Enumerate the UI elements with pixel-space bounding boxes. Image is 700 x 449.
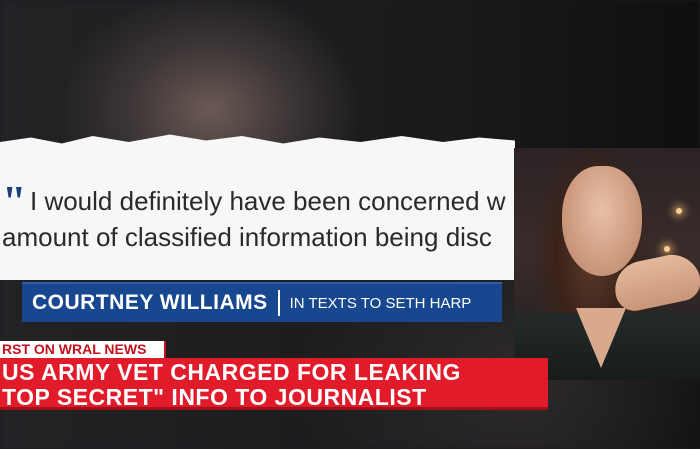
quote-open-icon: " — [2, 177, 27, 226]
bokeh-light — [676, 208, 682, 214]
quote-line-1: I would definitely have been concerned w — [30, 186, 506, 216]
person-name: COURTNEY WILLIAMS — [32, 291, 268, 314]
headline-banner: US ARMY VET CHARGED FOR LEAKING TOP SECR… — [0, 358, 548, 410]
headline-line-1: US ARMY VET CHARGED FOR LEAKING — [2, 359, 461, 385]
headline-line-2: TOP SECRET" INFO TO JOURNALIST — [2, 384, 427, 410]
nameplate-subtitle: IN TEXTS TO SETH HARP — [289, 294, 472, 312]
nameplate-banner: COURTNEY WILLIAMS IN TEXTS TO SETH HARP — [22, 282, 502, 322]
photo-face — [562, 166, 642, 276]
news-kicker: RST ON WRAL NEWS — [0, 341, 166, 358]
bokeh-light — [664, 246, 670, 252]
person-photo — [514, 148, 700, 380]
torn-paper-quote-card: " I would definitely have been concerned… — [0, 134, 515, 280]
nameplate-divider — [277, 290, 280, 316]
quote-line-2: amount of classified information being d… — [2, 222, 492, 252]
